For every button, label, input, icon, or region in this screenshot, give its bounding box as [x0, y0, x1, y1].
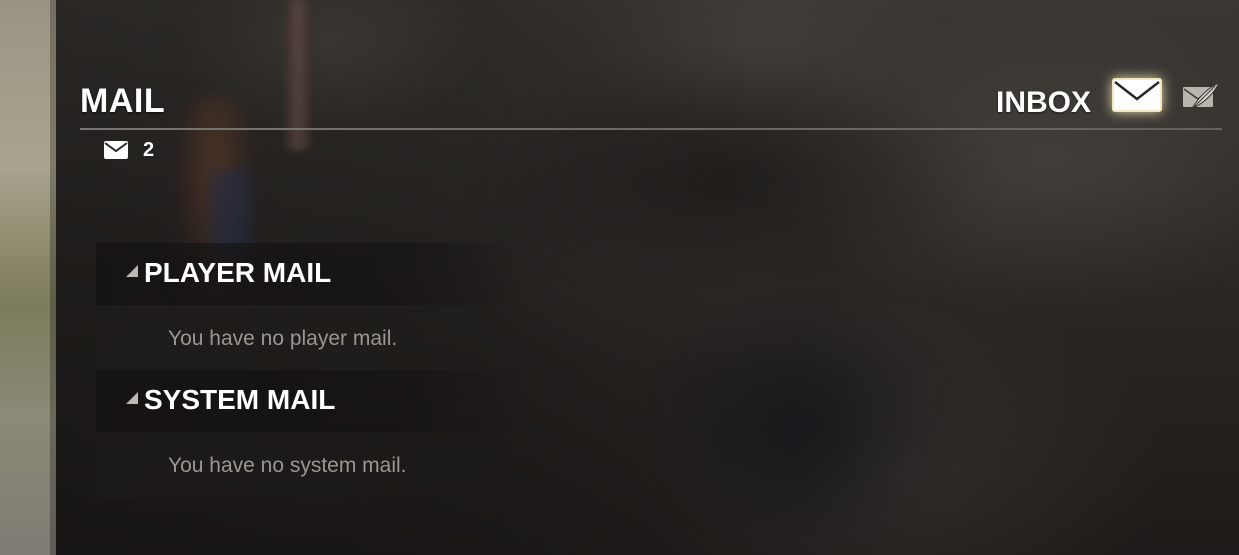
player-mail-empty-text: You have no player mail.	[168, 327, 398, 350]
inbox-tab-button[interactable]	[1108, 74, 1166, 116]
system-mail-empty-text: You have no system mail.	[168, 454, 407, 477]
system-mail-label: SYSTEM MAIL	[144, 384, 336, 415]
envelope-icon	[104, 141, 128, 159]
player-mail-list: You have no player mail.	[96, 306, 526, 370]
compose-tab-button[interactable]	[1180, 80, 1222, 112]
quill-icon	[1183, 82, 1221, 108]
unread-counter: 2	[103, 138, 154, 162]
unread-count: 2	[143, 138, 155, 161]
current-view-label: INBOX	[996, 86, 1092, 119]
player-mail-label: PLAYER MAIL	[144, 257, 332, 288]
collapse-triangle-icon	[126, 265, 138, 277]
page-title: MAIL	[80, 82, 166, 120]
envelope-icon	[1112, 78, 1162, 112]
system-mail-header[interactable]: SYSTEM MAIL	[96, 370, 526, 432]
header-divider	[80, 128, 1222, 130]
system-mail-list: You have no system mail.	[96, 433, 526, 497]
player-mail-header[interactable]: PLAYER MAIL	[96, 243, 526, 305]
background-scenery-strip	[0, 0, 56, 555]
collapse-triangle-icon	[126, 392, 138, 404]
